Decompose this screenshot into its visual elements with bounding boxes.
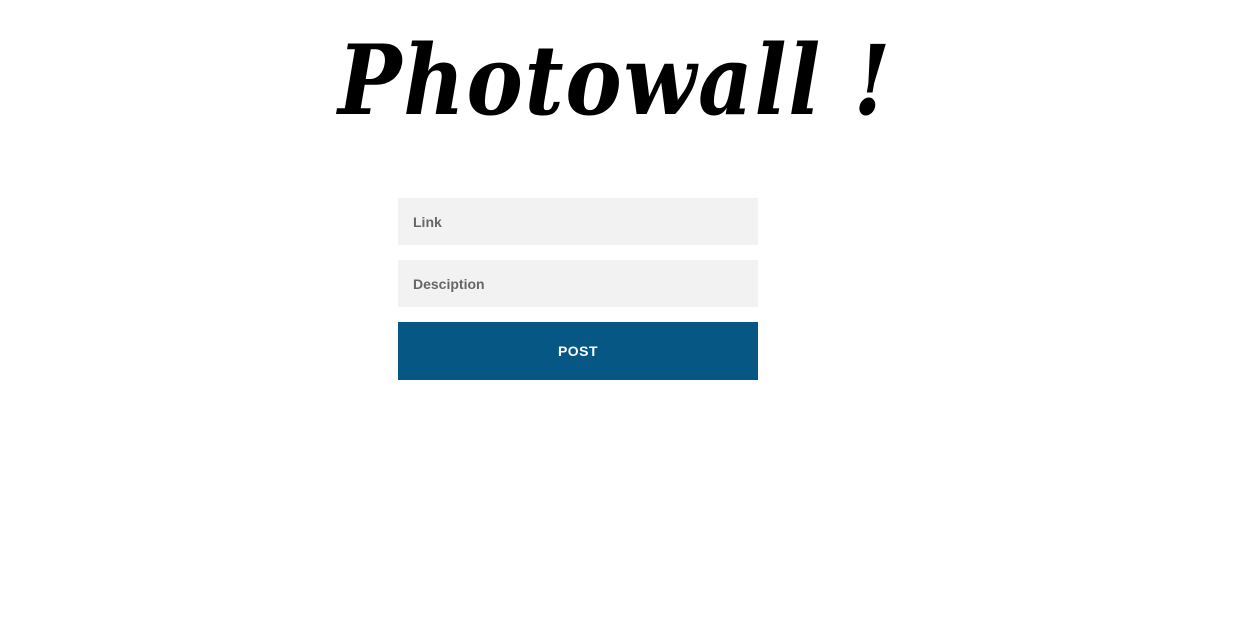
page-title: Photowall ! xyxy=(338,24,893,137)
post-button[interactable]: POST xyxy=(398,322,758,380)
post-form: POST xyxy=(398,198,758,380)
link-input[interactable] xyxy=(398,198,758,245)
description-input[interactable] xyxy=(398,260,758,307)
